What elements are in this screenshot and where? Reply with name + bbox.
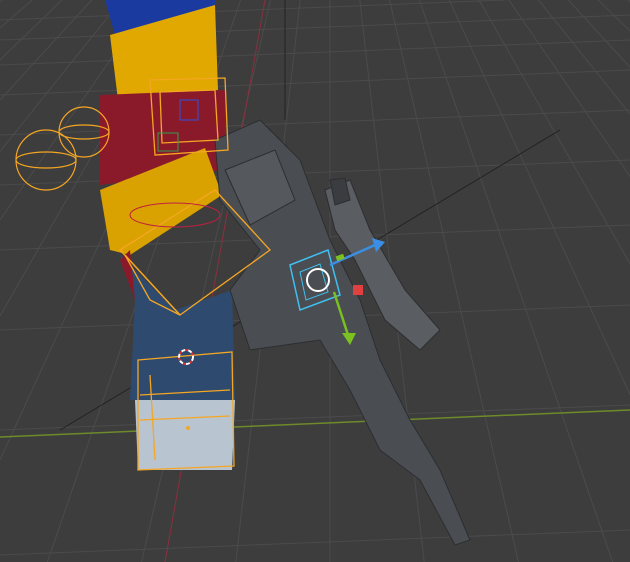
grid-line [567, 0, 630, 68]
rig-body[interactable] [100, 0, 235, 470]
grid-line [0, 159, 630, 186]
empty-sphere-icon[interactable] [15, 106, 110, 191]
grid-line [0, 0, 33, 29]
grid-line [0, 14, 630, 41]
viewport-canvas[interactable] [0, 0, 630, 562]
grid-line [0, 0, 3, 3]
grid-line [389, 0, 519, 562]
grid-line [0, 529, 630, 556]
origin-dot [186, 426, 190, 430]
grid-line [0, 0, 505, 21]
grid-line [0, 39, 630, 66]
grid-line [478, 0, 630, 264]
grid-line [0, 0, 63, 61]
grid-line [448, 0, 630, 395]
3d-viewport[interactable] [0, 0, 630, 562]
grid-line [418, 0, 614, 562]
grid-line [0, 109, 630, 136]
